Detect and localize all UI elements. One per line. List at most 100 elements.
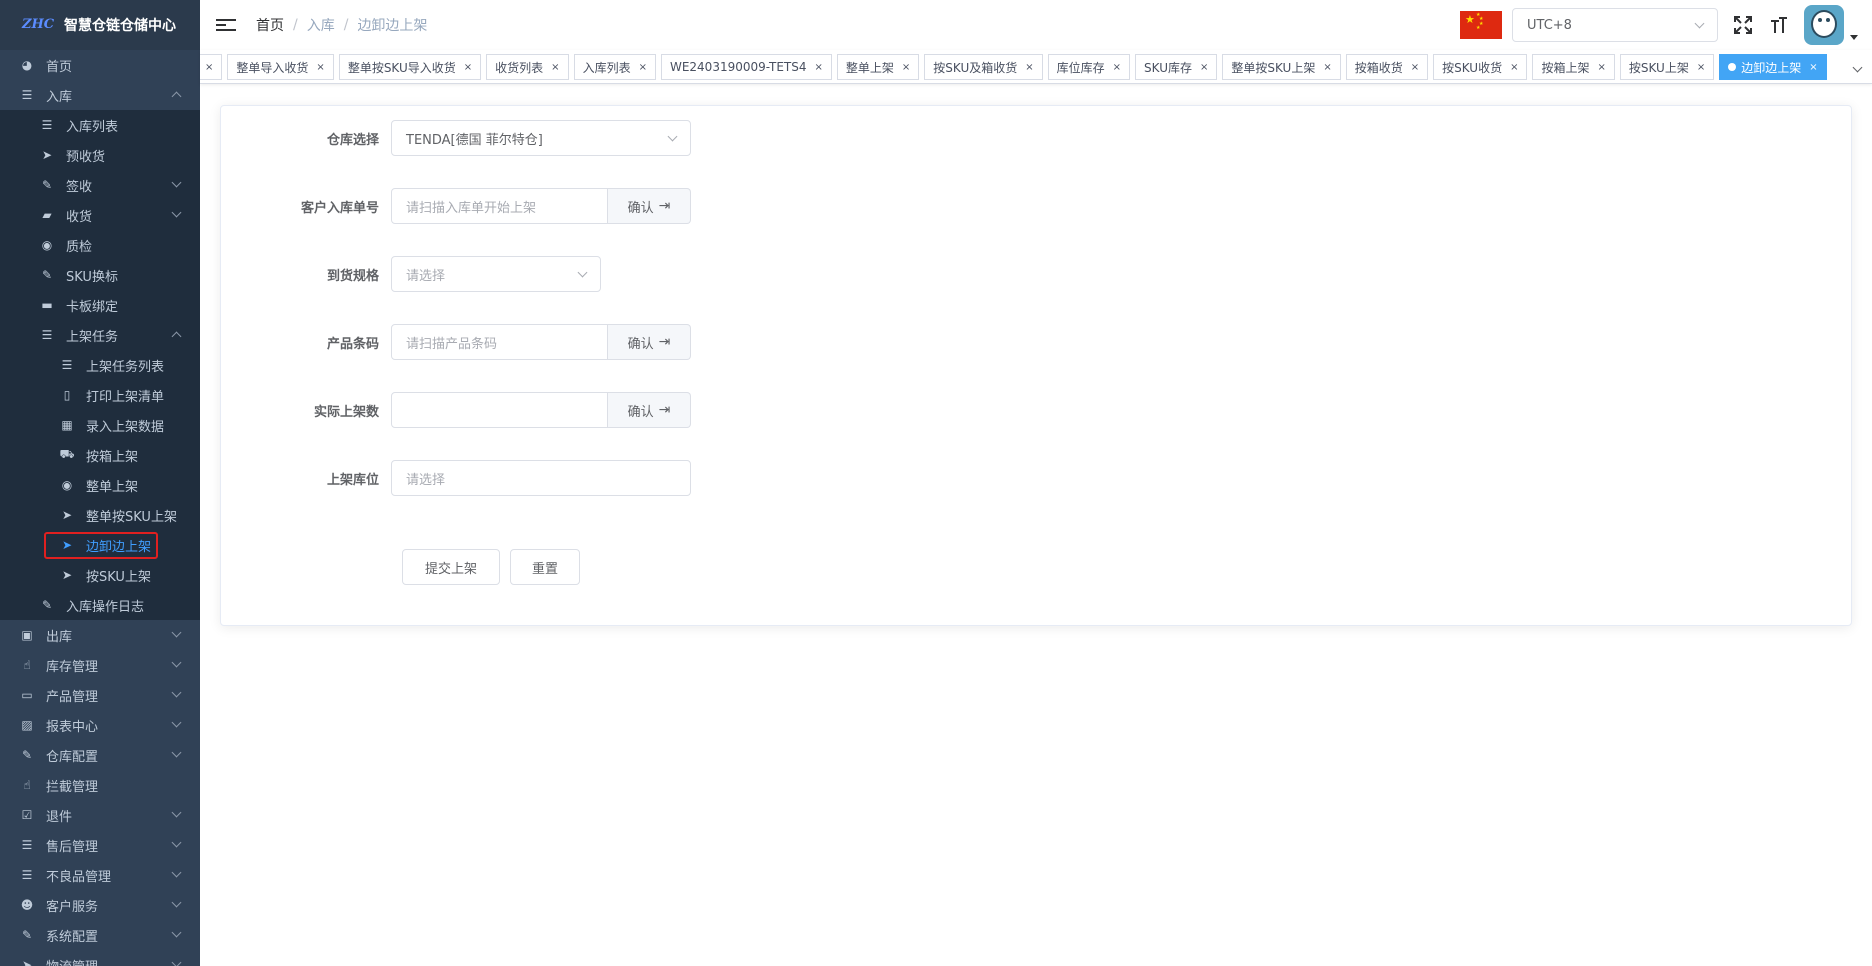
tab-tag[interactable]: 整单按SKU导入收货 × (338, 54, 482, 80)
close-icon[interactable]: × (1025, 62, 1033, 73)
sidebar-item[interactable]: ☝ 拦截管理 (0, 770, 200, 800)
sidebar-item[interactable]: ◉ 整单上架 (0, 470, 200, 500)
tab-tag-label: 按箱收货 (1354, 60, 1403, 75)
sidebar-item-label: 报表中心 (46, 719, 99, 735)
tab-tag[interactable]: 入库列表 × (573, 54, 656, 80)
sidebar-item[interactable]: ☰ 上架任务 (0, 320, 200, 350)
barcode-input[interactable]: 请扫描产品条码 (391, 324, 608, 360)
close-icon[interactable]: × (1510, 62, 1518, 73)
tab-tag[interactable]: 边卸边上架 × (1719, 54, 1827, 80)
tags-scroll[interactable] (1842, 50, 1872, 83)
close-icon[interactable]: × (1411, 62, 1419, 73)
sidebar-item[interactable]: ▯ 打印上架清单 (0, 380, 200, 410)
tab-tag[interactable]: 按箱上架 × (1532, 54, 1615, 80)
sidebar-item[interactable]: ▬ 卡板绑定 (0, 290, 200, 320)
submit-button[interactable]: 提交上架 (402, 549, 500, 585)
fullscreen-icon[interactable] (1732, 14, 1754, 36)
tab-tag[interactable]: 整单导入收货 × (227, 54, 334, 80)
sidebar-item[interactable]: ◉ 质检 (0, 230, 200, 260)
logo[interactable]: ZHC 智慧仓链仓储中心 (0, 0, 200, 50)
sidebar-item[interactable]: ☝ 库存管理 (0, 650, 200, 680)
close-icon[interactable]: × (464, 62, 472, 73)
spec-select[interactable]: 请选择 (391, 256, 601, 292)
qty-input[interactable] (391, 392, 608, 428)
sidebar-item[interactable]: ✎ 系统配置 (0, 920, 200, 950)
sidebar-item[interactable]: ✎ 签收 (0, 170, 200, 200)
reset-button[interactable]: 重置 (510, 549, 580, 585)
tab-tag-label: 收货列表 (495, 60, 544, 75)
caret-down-icon[interactable] (1850, 34, 1858, 40)
sidebar-item[interactable]: ☰ 入库列表 (0, 110, 200, 140)
sidebar-item[interactable]: ▨ 报表中心 (0, 710, 200, 740)
avatar[interactable] (1804, 5, 1844, 45)
close-icon[interactable]: × (1200, 62, 1208, 73)
warehouse-select[interactable]: TENDA[德国 菲尔特仓] (391, 120, 691, 156)
sidebar-item[interactable]: ☻ 客户服务 (0, 890, 200, 920)
tab-tag[interactable]: 按SKU及箱收货 × (924, 54, 1043, 80)
breadcrumb-home[interactable]: 首页 (256, 15, 284, 35)
tab-tag[interactable]: 按箱收货 × (1345, 54, 1429, 80)
chevron-down-icon (667, 131, 678, 142)
barcode-confirm-button[interactable]: 确认 ⇥ (608, 324, 691, 360)
sidebar-item[interactable]: ➤ 整单按SKU上架 (0, 500, 200, 530)
chart-icon: ▨ (21, 718, 33, 732)
close-icon[interactable]: × (902, 62, 910, 73)
sidebar-item[interactable]: ⛟ 按箱上架 (0, 440, 200, 470)
tab-tag-label: 按箱上架 (1541, 60, 1590, 75)
sidebar-item[interactable]: ◕ 首页 (0, 50, 200, 80)
close-icon[interactable]: × (1323, 62, 1331, 73)
order-no-confirm-button[interactable]: 确认 ⇥ (608, 188, 691, 224)
close-icon[interactable]: × (1809, 62, 1817, 73)
close-icon[interactable]: × (815, 62, 823, 73)
tab-tag[interactable]: WE2403190009-TETS4 × (660, 54, 832, 80)
form-card: 仓库选择 TENDA[德国 菲尔特仓] 客户入库单号 请扫描入库单开始上架 确认… (220, 105, 1852, 626)
close-icon[interactable]: × (639, 62, 647, 73)
order-no-group: 请扫描入库单开始上架 确认 ⇥ (391, 188, 691, 224)
sidebar-item[interactable]: ☰ 售后管理 (0, 830, 200, 860)
sidebar-item[interactable]: ☑ 退件 (0, 800, 200, 830)
tab-tag[interactable]: 收货列表 × (486, 54, 569, 80)
tab-tag[interactable]: 整单上架 × (836, 54, 920, 80)
sidebar-menu: ◕ 首页 ☰ 入库 ☰ 入库列表 ➤ 预收货 ✎ 签收 ▰ 收货 ◉ 质检 ✎ SKU换标 ▬ 卡板绑定 ☰ 上架任务… (0, 50, 200, 966)
close-icon[interactable]: × (1697, 62, 1705, 73)
edit-icon: ✎ (41, 268, 53, 282)
sidebar-item[interactable]: ▰ 收货 (0, 200, 200, 230)
sidebar-item[interactable]: ✎ 入库操作日志 (0, 590, 200, 620)
tab-tag[interactable]: 按SKU上架 × (1619, 54, 1715, 80)
close-icon[interactable]: × (205, 62, 213, 73)
location-input[interactable]: 请选择 (391, 460, 691, 496)
sidebar-item[interactable]: ✎ 仓库配置 (0, 740, 200, 770)
sidebar-item[interactable]: ➤ 边卸边上架 (0, 530, 200, 560)
dashboard-icon: ◕ (21, 58, 33, 72)
sidebar-item[interactable]: ▣ 出库 (0, 620, 200, 650)
send-icon: ➤ (21, 958, 33, 966)
barcode-group: 请扫描产品条码 确认 ⇥ (391, 324, 691, 360)
clapper-icon: ▰ (42, 208, 52, 222)
sidebar-item[interactable]: ➤ 按SKU上架 (0, 560, 200, 590)
sidebar-item[interactable]: ✎ SKU换标 (0, 260, 200, 290)
tab-tag[interactable]: 按SKU收货 × (1433, 54, 1528, 80)
close-icon[interactable]: × (1113, 62, 1121, 73)
china-flag-icon[interactable]: ★ ★ ★ ★ ★ (1460, 11, 1502, 39)
tab-tag[interactable]: 库位库存 × (1047, 54, 1131, 80)
sidebar-item[interactable]: ➤ 物流管理 (0, 950, 200, 966)
sidebar-item[interactable]: ☰ 不良品管理 (0, 860, 200, 890)
close-icon[interactable]: × (316, 62, 324, 73)
close-icon[interactable]: × (551, 62, 559, 73)
tab-tag[interactable]: 整单按SKU上架 × (1222, 54, 1341, 80)
close-icon[interactable]: × (1598, 62, 1606, 73)
sidebar-item[interactable]: ▭ 产品管理 (0, 680, 200, 710)
send-icon: ➤ (61, 568, 73, 582)
sidebar-item[interactable]: ➤ 预收货 (0, 140, 200, 170)
font-size-icon[interactable] (1768, 14, 1790, 36)
qty-confirm-button[interactable]: 确认 ⇥ (608, 392, 691, 428)
tab-tag[interactable]: SKU库存 × (1135, 54, 1218, 80)
sidebar-item[interactable]: ▦ 录入上架数据 (0, 410, 200, 440)
hamburger-icon[interactable] (216, 15, 236, 35)
order-no-input[interactable]: 请扫描入库单开始上架 (391, 188, 608, 224)
confirm-label: 确认 (627, 200, 654, 216)
timezone-select[interactable]: UTC+8 (1512, 8, 1718, 42)
sidebar-item[interactable]: ☰ 入库 (0, 80, 200, 110)
tab-tag[interactable]: 货× (200, 54, 223, 80)
sidebar-item[interactable]: ☰ 上架任务列表 (0, 350, 200, 380)
